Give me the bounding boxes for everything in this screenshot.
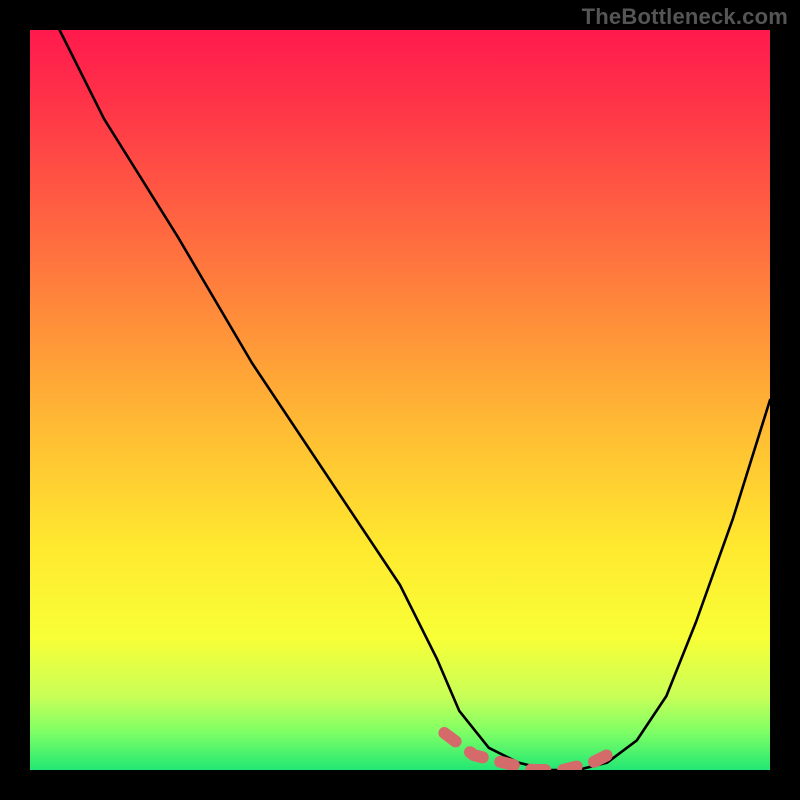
chart-frame: TheBottleneck.com <box>0 0 800 800</box>
optimal-zone-marker <box>444 733 622 770</box>
watermark-text: TheBottleneck.com <box>582 4 788 30</box>
bottleneck-curve <box>60 30 770 770</box>
chart-svg <box>30 30 770 770</box>
